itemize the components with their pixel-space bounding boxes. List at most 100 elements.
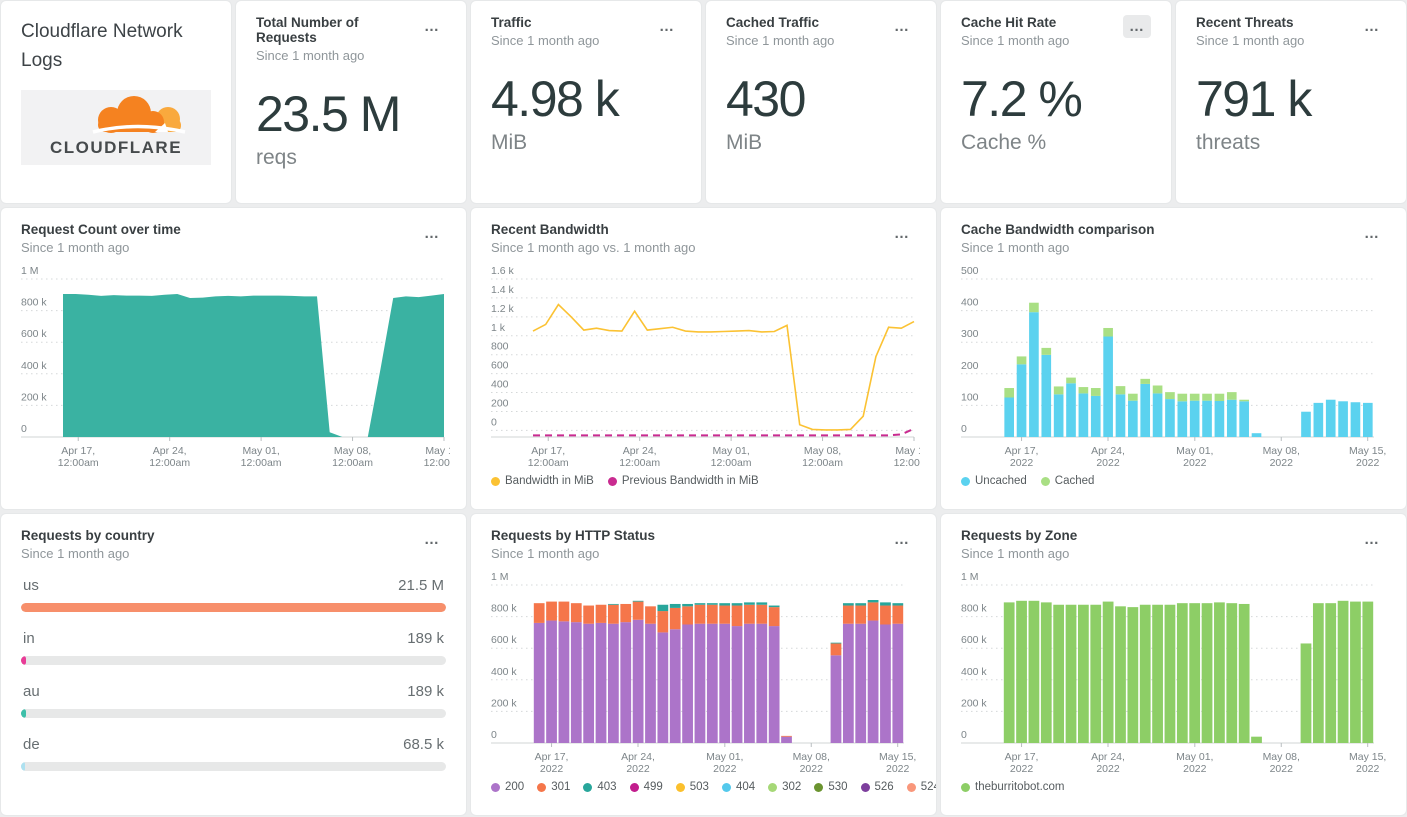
panel-title: Requests by HTTP Status — [491, 528, 655, 543]
bar-segment — [657, 632, 668, 743]
bar-segment — [1017, 364, 1027, 437]
country-value: 189 k — [407, 683, 444, 700]
bar-segment — [1239, 604, 1250, 743]
panel-subtitle: Since 1 month ago — [491, 546, 655, 561]
bar-segment — [1301, 412, 1311, 437]
bar-segment — [880, 625, 891, 744]
axis-tick-label: Apr 17, — [1005, 751, 1039, 763]
bar-segment — [1326, 400, 1336, 437]
legend-item[interactable]: Bandwidth in MiB — [491, 475, 594, 487]
zone-bar-chart[interactable]: 1 M800 k600 k400 k200 k0Apr 17,2022Apr 2… — [961, 573, 1390, 777]
bar-segment — [1079, 393, 1089, 437]
bar-segment — [645, 624, 656, 743]
legend-item[interactable]: 524 — [907, 781, 937, 793]
dashboard-title: Cloudflare Network Logs — [21, 17, 211, 76]
legend-item[interactable]: Uncached — [961, 475, 1027, 487]
bandwidth-line-chart[interactable]: 1.6 k1.4 k1.2 k1 k8006004002000Apr 17,12… — [491, 267, 920, 471]
cloudflare-logo-text: CLOUDFLARE — [50, 138, 182, 157]
panel-menu-button[interactable]: … — [418, 528, 446, 551]
bar-segment — [1054, 386, 1064, 394]
axis-tick-label: 100 — [961, 391, 979, 403]
legend-item[interactable]: 530 — [814, 781, 847, 793]
panel-menu-button[interactable]: … — [653, 15, 681, 38]
bar-segment — [843, 606, 854, 624]
bar-segment — [608, 605, 619, 624]
dashboard-grid: Cloudflare Network Logs CLOUDFLARE — [0, 0, 1407, 817]
bar-segment — [831, 655, 842, 743]
legend-item[interactable]: 403 — [583, 781, 616, 793]
zone-legend: theburritobot.com — [961, 781, 1386, 793]
legend-item[interactable]: Previous Bandwidth in MiB — [608, 475, 759, 487]
panel-menu-button[interactable]: … — [888, 528, 916, 551]
cache-bandwidth-bar-chart[interactable]: 5004003002001000Apr 17,2022Apr 24,2022Ma… — [961, 267, 1390, 471]
bar-segment — [855, 603, 866, 605]
panel-menu-button[interactable]: … — [1123, 15, 1151, 38]
axis-tick-label: Apr 24, — [1091, 751, 1125, 763]
bar-segment — [1338, 401, 1348, 437]
country-bar-fill — [21, 762, 25, 771]
bar-segment — [620, 622, 631, 743]
legend-item[interactable]: 404 — [722, 781, 755, 793]
panel-subtitle: Since 1 month ago — [21, 240, 181, 255]
bar-segment — [559, 602, 570, 622]
country-row: de68.5 k — [21, 736, 446, 771]
legend-item[interactable]: 302 — [768, 781, 801, 793]
axis-tick-label: Apr 17, — [1005, 445, 1039, 457]
bar-segment — [1313, 603, 1324, 743]
bar-segment — [1177, 603, 1188, 743]
axis-tick-label: 200 — [961, 360, 979, 372]
country-value: 21.5 M — [398, 577, 444, 594]
bar-segment — [1128, 394, 1138, 401]
axis-tick-label: 600 k — [21, 328, 47, 340]
bar-segment — [868, 600, 879, 602]
bar-segment — [1153, 393, 1163, 437]
panel-menu-button[interactable]: … — [418, 222, 446, 245]
bar-segment — [1127, 607, 1138, 743]
panel-menu-button[interactable]: … — [1358, 528, 1386, 551]
country-code: de — [23, 736, 40, 753]
bar-segment — [1116, 394, 1126, 437]
axis-tick-label: 1 M — [491, 573, 509, 583]
bar-segment — [608, 624, 619, 743]
bar-segment — [1029, 312, 1039, 437]
bar-segment — [546, 602, 557, 621]
panel-subtitle: Since 1 month ago — [21, 546, 155, 561]
panel-menu-button[interactable]: … — [1358, 222, 1386, 245]
legend-item[interactable]: 503 — [676, 781, 709, 793]
legend-item[interactable]: theburritobot.com — [961, 781, 1065, 793]
panel-subtitle: Since 1 month ago vs. 1 month ago — [491, 240, 696, 255]
legend-item[interactable]: Cached — [1041, 475, 1095, 487]
panel-menu-button[interactable]: … — [888, 15, 916, 38]
panel-title: Recent Bandwidth — [491, 222, 696, 237]
legend-dot — [583, 783, 592, 792]
legend-item[interactable]: 526 — [861, 781, 894, 793]
axis-tick-label: May 01, — [1176, 445, 1213, 457]
axis-tick-label: 2022 — [1096, 457, 1120, 469]
bar-segment — [1090, 605, 1101, 743]
legend-item[interactable]: 301 — [537, 781, 570, 793]
axis-tick-label: May 08, — [1263, 445, 1300, 457]
bar-segment — [657, 611, 668, 632]
stat-unit: threats — [1196, 131, 1386, 155]
panel-menu-button[interactable]: … — [1358, 15, 1386, 38]
country-bar-list: us21.5 Min189 kau189 kde68.5 k — [21, 577, 446, 771]
bar-segment — [843, 624, 854, 743]
request-count-area-chart[interactable]: 1 M800 k600 k400 k200 k0Apr 17,12:00amAp… — [21, 267, 450, 471]
panel-menu-button[interactable]: … — [888, 222, 916, 245]
bar-segment — [1041, 602, 1052, 743]
axis-tick-label: Apr 24, — [1091, 445, 1125, 457]
bar-segment — [1004, 388, 1014, 397]
http-status-bar-chart[interactable]: 1 M800 k600 k400 k200 k0Apr 17,2022Apr 2… — [491, 573, 920, 777]
legend-item[interactable]: 200 — [491, 781, 524, 793]
legend-label: 403 — [597, 781, 616, 793]
stat-title: Cached Traffic — [726, 15, 834, 30]
panel-menu-button[interactable]: … — [418, 15, 446, 38]
legend-dot — [1041, 477, 1050, 486]
legend-label: 524 — [921, 781, 937, 793]
cloudflare-logo-box: CLOUDFLARE — [21, 90, 211, 165]
bar-segment — [546, 621, 557, 743]
legend-item[interactable]: 499 — [630, 781, 663, 793]
country-bar-track — [21, 762, 446, 771]
stat-value: 791 k — [1196, 72, 1386, 127]
bar-segment — [769, 606, 780, 608]
